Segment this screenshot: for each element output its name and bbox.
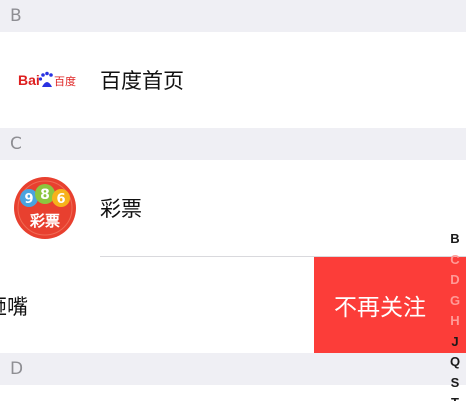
section-header-label: D — [10, 359, 24, 379]
baidu-logo-text-latin: Bai — [18, 72, 40, 88]
index-letter-q[interactable]: Q — [450, 352, 460, 373]
section-header-label: C — [10, 134, 22, 154]
lottery-icon: 9 8 6 彩票 — [13, 176, 77, 240]
section-header-label: B — [10, 6, 22, 26]
list-item-baidu[interactable]: Bai 百度 百度首页 — [0, 32, 466, 128]
section-header-c: C — [0, 128, 466, 160]
baidu-logo-icon: Bai 百度 — [18, 69, 78, 91]
svg-text:6: 6 — [56, 192, 65, 207]
section-index-bar[interactable]: B C D G H J Q S T — [444, 229, 466, 401]
unfollow-button-label: 不再关注 — [334, 294, 426, 320]
index-letter-t[interactable]: T — [451, 393, 459, 401]
list-item-swiped[interactable]: 砸嘴 不再关注 — [0, 257, 466, 353]
baidu-logo-text-cn: 百度 — [54, 74, 76, 88]
index-letter-d[interactable]: D — [450, 270, 459, 291]
index-letter-b[interactable]: B — [450, 229, 459, 250]
section-header-d: D — [0, 353, 466, 385]
index-letter-g[interactable]: G — [450, 291, 460, 312]
svg-text:彩票: 彩票 — [29, 212, 60, 230]
svg-text:9: 9 — [24, 192, 33, 207]
svg-text:8: 8 — [40, 187, 50, 203]
index-letter-c[interactable]: C — [450, 250, 459, 271]
section-header-b: B — [0, 0, 466, 32]
index-letter-s[interactable]: S — [451, 373, 460, 394]
index-letter-h[interactable]: H — [450, 311, 459, 332]
row-title: 彩票 — [100, 197, 142, 221]
row-title: 砸嘴 — [0, 295, 28, 319]
index-letter-j[interactable]: J — [451, 332, 458, 353]
row-title: 百度首页 — [100, 69, 184, 93]
list-item-partial[interactable] — [0, 385, 466, 401]
